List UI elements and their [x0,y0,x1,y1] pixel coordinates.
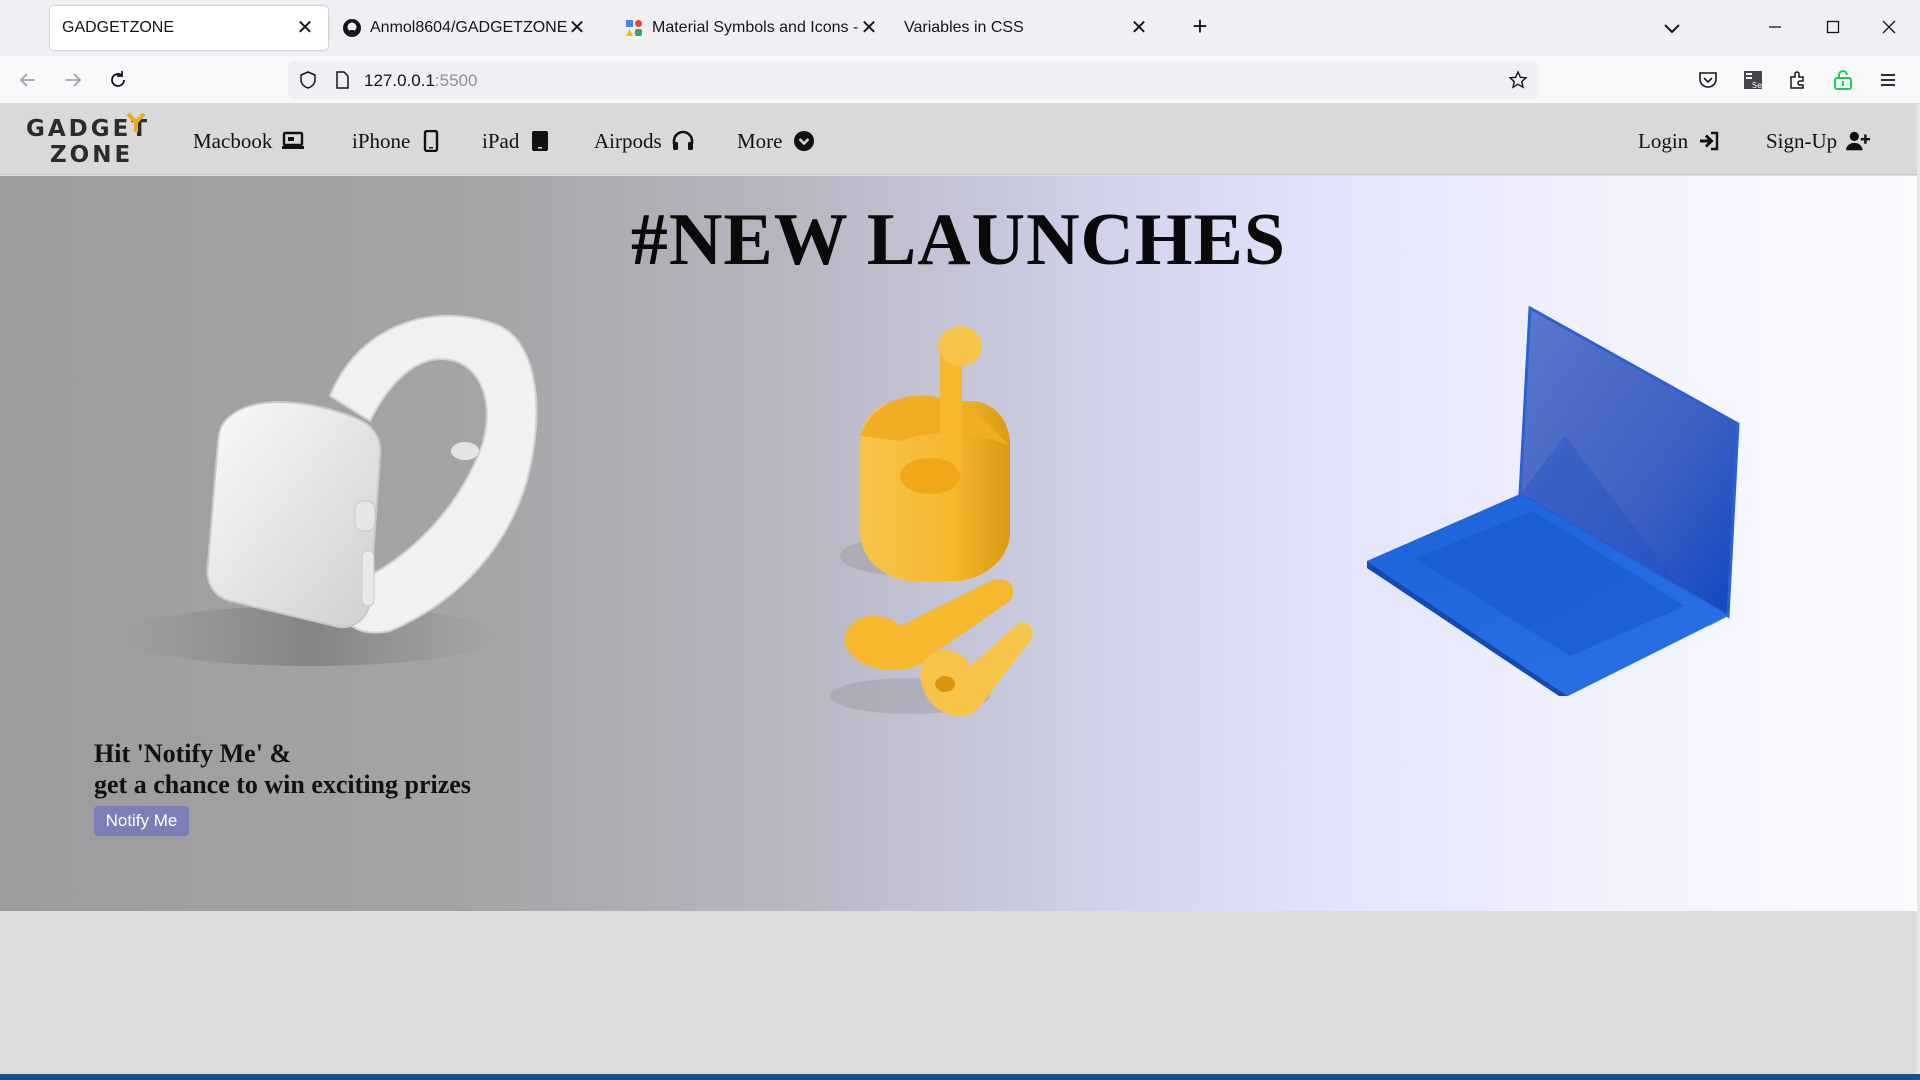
promo-line-2: get a chance to win exciting prizes [94,770,471,799]
tab-variables-css[interactable]: Variables in CSS ✕ [892,6,1162,50]
tab-title: Anmol8604/GADGETZONE [370,19,568,36]
nav-iphone[interactable]: iPhone [352,128,443,154]
pocket-icon[interactable] [1694,66,1722,94]
logo-accent-icon [126,112,146,132]
forward-arrow-icon[interactable] [59,66,87,94]
shield-icon[interactable] [298,70,318,90]
nav-macbook-label: Macbook [193,128,273,153]
tab-title: Variables in CSS [904,19,1024,36]
hamburger-menu-icon[interactable] [1874,66,1902,94]
login-link[interactable]: Login [1638,128,1721,154]
github-icon [342,18,362,38]
airpods-image [830,326,1033,716]
minimize-button[interactable] [1760,12,1790,42]
gadgetzone-logo[interactable]: GADGET ZONE [24,112,152,168]
close-icon[interactable]: ✕ [1128,17,1150,39]
nav-ipad[interactable]: iPad [482,128,552,154]
laptop-icon [281,129,305,153]
address-bar[interactable]: 127.0.0.1:5500 [288,61,1538,99]
tab-title: GADGETZONE [62,19,175,36]
google-fonts-icon [624,18,644,38]
nav-airpods[interactable]: Airpods [594,128,695,154]
extensions-puzzle-icon[interactable] [1784,66,1812,94]
site-header: GADGET ZONE Macbook iPhone iPad Airpods [0,104,1920,175]
headphones-icon [671,129,695,153]
web-page: GADGET ZONE Macbook iPhone iPad Airpods [0,104,1920,1080]
taskbar-edge [0,1074,1920,1080]
smartwatch-image [120,314,538,666]
promo-text: Hit 'Notify Me' & get a chance to win ex… [94,738,471,800]
url-host: 127.0.0.1 [364,71,435,90]
window-close-button[interactable] [1874,12,1904,42]
svg-text:Se: Se [1752,81,1762,90]
nav-more[interactable]: More [737,128,816,154]
maximize-button[interactable] [1818,12,1848,42]
tab-material-symbols[interactable]: Material Symbols and Icons - G ✕ [612,6,882,50]
nav-airpods-label: Airpods [594,128,662,153]
smartphone-icon [419,129,443,153]
unlock-extension-icon[interactable] [1829,66,1857,94]
bookmark-star-icon[interactable] [1508,70,1528,90]
logo-line-2: ZONE [50,142,134,168]
new-tab-button[interactable]: + [1186,13,1214,41]
reload-icon[interactable] [104,66,132,94]
login-icon [1697,129,1721,153]
selenium-ide-icon[interactable]: Se [1739,66,1767,94]
url-text: 127.0.0.1:5500 [364,71,477,91]
close-icon[interactable]: ✕ [566,17,588,39]
promo-line-1: Hit 'Notify Me' & [94,739,292,768]
nav-macbook[interactable]: Macbook [193,128,305,154]
signup-label: Sign-Up [1766,128,1838,153]
nav-ipad-label: iPad [482,128,520,153]
chevron-down-icon[interactable] [1658,14,1686,42]
person-add-icon [1846,129,1871,153]
tablet-icon [528,129,552,153]
page-icon[interactable] [332,70,352,90]
hero-title: #NEW LAUNCHES [630,199,1287,281]
nav-more-label: More [737,128,783,153]
browser-tab-bar: GADGETZONE ✕ Anmol8604/GADGETZONE ✕ Mate… [0,0,1920,56]
url-port: :5500 [434,71,478,90]
signup-link[interactable]: Sign-Up [1766,128,1871,154]
back-arrow-icon[interactable] [14,66,42,94]
close-icon[interactable]: ✕ [858,17,880,39]
browser-toolbar: 127.0.0.1:5500 Se [0,56,1920,104]
login-label: Login [1638,128,1689,153]
tab-title: Material Symbols and Icons - G [652,19,862,36]
notify-me-button[interactable]: Notify Me [94,806,189,836]
laptop-image [1367,306,1740,696]
nav-iphone-label: iPhone [352,128,411,153]
new-launches-hero: #NEW LAUNCHES Hit 'Notify Me' & get a ch… [0,176,1920,911]
tab-gadgetzone[interactable]: GADGETZONE ✕ [50,6,328,50]
tab-github[interactable]: Anmol8604/GADGETZONE ✕ [330,6,600,50]
close-icon[interactable]: ✕ [294,17,316,39]
expand-circle-icon [792,129,816,153]
